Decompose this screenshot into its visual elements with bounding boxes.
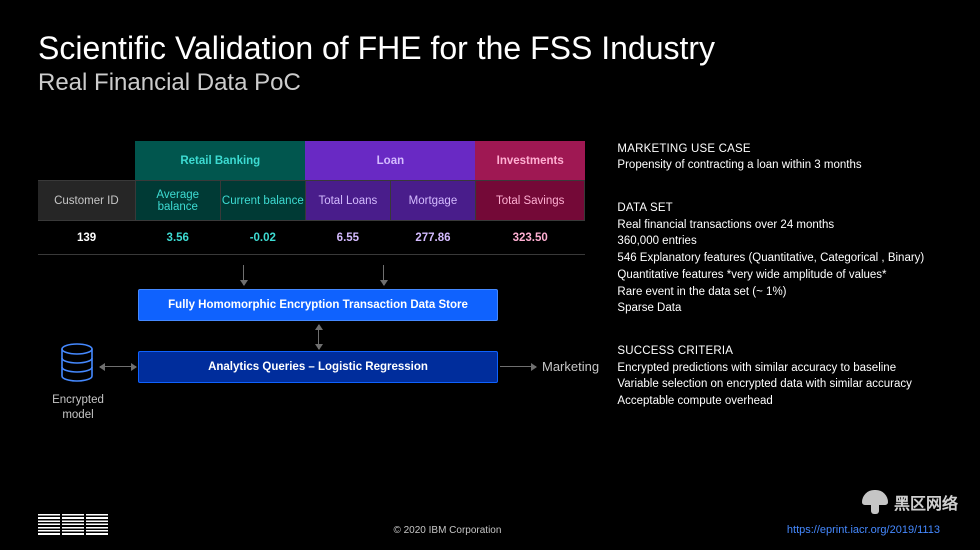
cat-retail: Retail Banking: [135, 141, 305, 181]
success-section: SUCCESS CRITERIA Encrypted predictions w…: [617, 343, 940, 410]
col-customer: Customer ID: [38, 181, 135, 221]
dataset-line: 360,000 entries: [617, 233, 940, 250]
page-subtitle: Real Financial Data PoC: [38, 69, 940, 97]
ibm-logo-icon: [38, 514, 108, 536]
analytics-box: Analytics Queries – Logistic Regression: [138, 351, 498, 383]
database-icon: [60, 343, 94, 388]
mushroom-icon: [862, 490, 888, 514]
data-table: Retail Banking Loan Investments Customer…: [38, 141, 585, 256]
left-panel: Retail Banking Loan Investments Customer…: [38, 141, 585, 436]
marketing-line: Propensity of contracting a loan within …: [617, 157, 940, 174]
success-line: Variable selection on encrypted data wit…: [617, 376, 940, 393]
content-row: Retail Banking Loan Investments Customer…: [38, 141, 940, 436]
header-row: Customer ID Average balance Current bala…: [38, 181, 585, 221]
dataset-title: DATA SET: [617, 200, 940, 217]
page-title: Scientific Validation of FHE for the FSS…: [38, 30, 940, 67]
copyright: © 2020 IBM Corporation: [393, 525, 501, 536]
diagram: Fully Homomorphic Encryption Transaction…: [38, 265, 585, 400]
col-avg: Average balance: [135, 181, 220, 221]
col-savings: Total Savings: [475, 181, 584, 221]
right-connector-icon: [500, 366, 536, 367]
col-total-loans: Total Loans: [305, 181, 390, 221]
col-current: Current balance: [220, 181, 305, 221]
arrow-down-icon: [383, 265, 384, 285]
left-connector-icon: [100, 366, 136, 367]
cat-loan: Loan: [305, 141, 475, 181]
marketing-title: MARKETING USE CASE: [617, 141, 940, 158]
val-avg: 3.56: [135, 221, 220, 255]
db-label: Encrypted model: [48, 393, 108, 422]
marketing-label: Marketing: [542, 359, 599, 374]
dataset-line: Real financial transactions over 24 mont…: [617, 217, 940, 234]
reference-url: https://eprint.iacr.org/2019/1113: [787, 524, 940, 536]
dataset-line: Sparse Data: [617, 300, 940, 317]
val-customer: 139: [38, 221, 135, 255]
arrow-down-icon: [243, 265, 244, 285]
fhe-store-box: Fully Homomorphic Encryption Transaction…: [138, 289, 498, 321]
col-mortgage: Mortgage: [390, 181, 475, 221]
success-line: Encrypted predictions with similar accur…: [617, 360, 940, 377]
success-title: SUCCESS CRITERIA: [617, 343, 940, 360]
dataset-line: 546 Explanatory features (Quantitative, …: [617, 250, 940, 267]
val-mortgage: 277.86: [390, 221, 475, 255]
footer: © 2020 IBM Corporation https://eprint.ia…: [38, 514, 940, 536]
vertical-connector-icon: [318, 325, 319, 349]
watermark: 黑区网络: [862, 490, 958, 514]
val-current: -0.02: [220, 221, 305, 255]
val-savings: 323.50: [475, 221, 584, 255]
right-panel: MARKETING USE CASE Propensity of contrac…: [617, 141, 940, 436]
val-total-loans: 6.55: [305, 221, 390, 255]
value-row: 139 3.56 -0.02 6.55 277.86 323.50: [38, 221, 585, 255]
dataset-line: Quantitative features *very wide amplitu…: [617, 267, 940, 284]
cat-investments: Investments: [475, 141, 584, 181]
category-row: Retail Banking Loan Investments: [38, 141, 585, 181]
marketing-section: MARKETING USE CASE Propensity of contrac…: [617, 141, 940, 174]
success-line: Acceptable compute overhead: [617, 393, 940, 410]
dataset-section: DATA SET Real financial transactions ove…: [617, 200, 940, 317]
watermark-text: 黑区网络: [894, 490, 958, 514]
dataset-line: Rare event in the data set (~ 1%): [617, 284, 940, 301]
slide: Scientific Validation of FHE for the FSS…: [0, 0, 980, 550]
